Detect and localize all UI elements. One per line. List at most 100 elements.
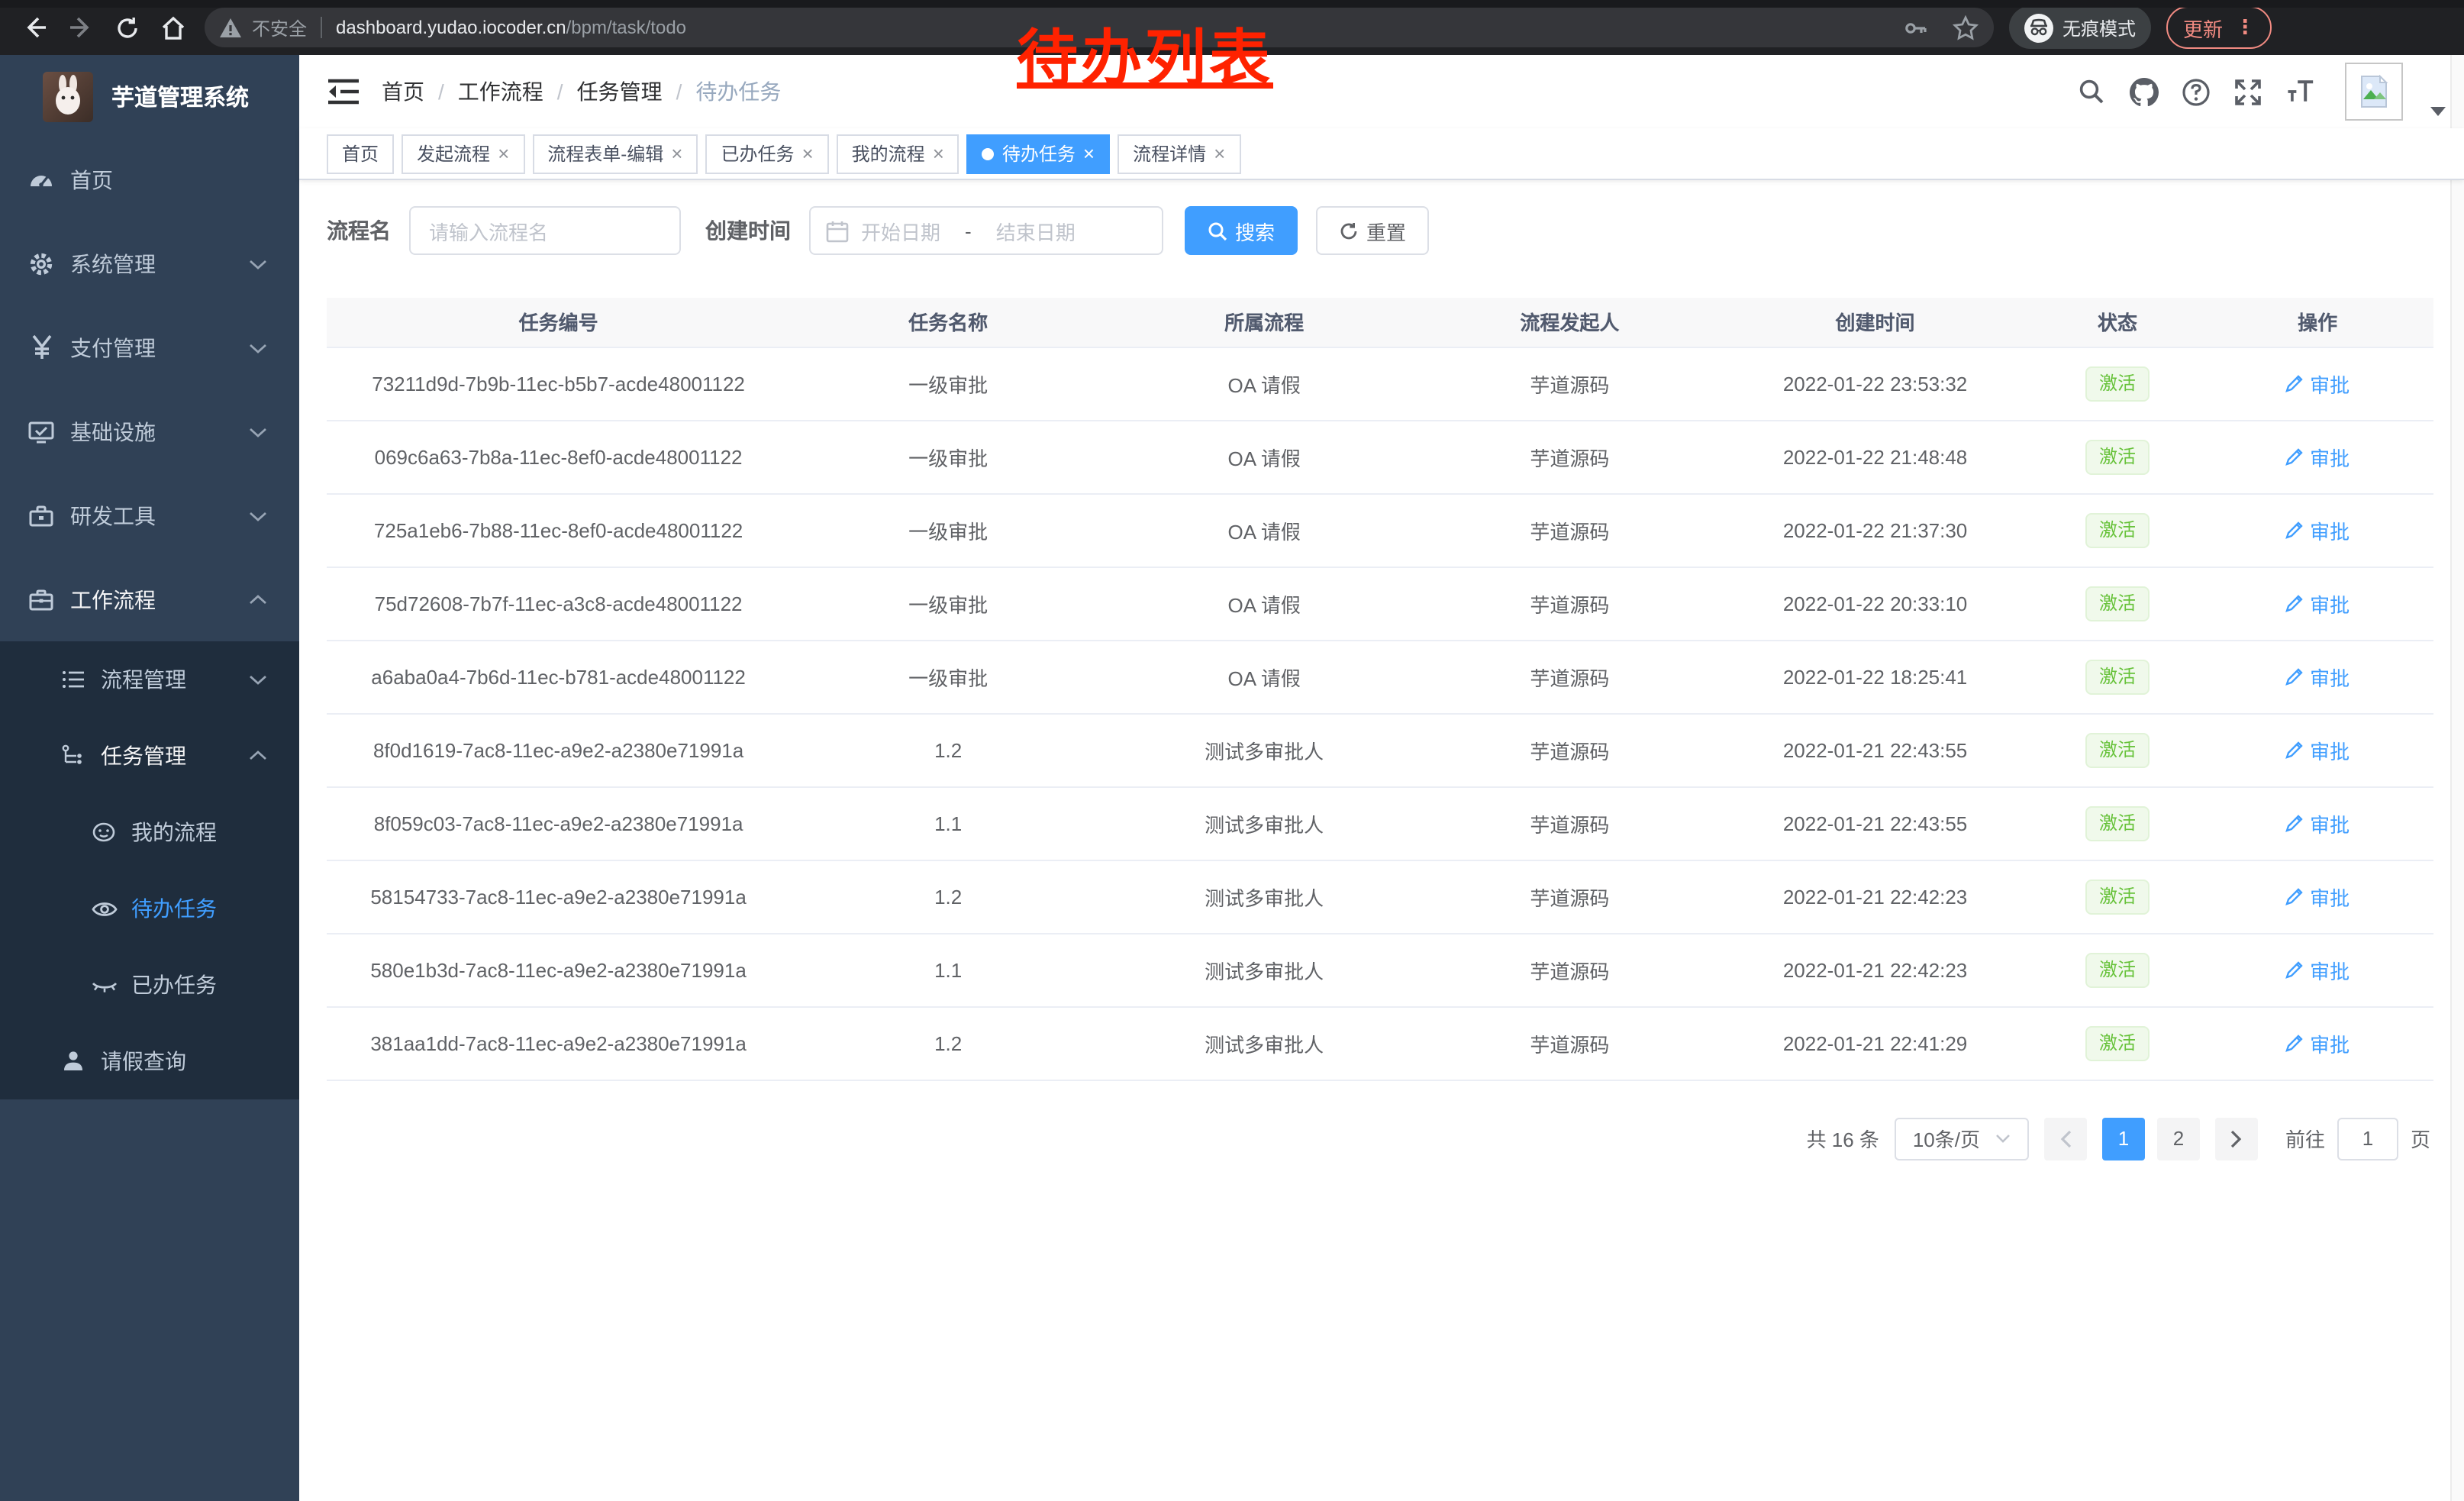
table-row[interactable]: 381aa1dd-7ac8-11ec-a9e2-a2380e71991a 1.2… [327, 1006, 2433, 1080]
cell-starter: 芋道源码 [1422, 347, 1717, 420]
sidebar-collapse-icon[interactable] [327, 75, 360, 108]
approve-link[interactable]: 审批 [2285, 369, 2350, 398]
tag-view-item[interactable]: 流程详情× [1118, 134, 1240, 173]
approve-link[interactable]: 审批 [2285, 442, 2350, 471]
avatar-dropdown-caret-icon[interactable] [2430, 106, 2446, 117]
reset-button[interactable]: 重置 [1316, 206, 1429, 255]
process-name-input[interactable]: 请输入流程名 [409, 206, 681, 255]
fullscreen-icon[interactable] [2232, 76, 2262, 107]
close-icon[interactable]: × [671, 144, 682, 163]
cell-process: OA 请假 [1106, 567, 1422, 640]
sidebar-item-bpm[interactable]: 工作流程 [0, 557, 299, 641]
close-icon[interactable]: × [801, 144, 813, 163]
browser-update-button[interactable]: 更新 ⋮ [2166, 6, 2272, 49]
github-icon[interactable] [2128, 76, 2159, 107]
start-date-placeholder[interactable]: 开始日期 [861, 216, 940, 245]
end-date-placeholder[interactable]: 结束日期 [996, 216, 1076, 245]
tag-view-item[interactable]: 我的流程× [837, 134, 959, 173]
breadcrumb-item[interactable]: 任务管理 [577, 76, 663, 107]
approve-link[interactable]: 审批 [2285, 882, 2350, 911]
security-warning-icon[interactable] [220, 18, 241, 37]
table-row[interactable]: a6aba0a4-7b6d-11ec-b781-acde48001122 一级审… [327, 640, 2433, 713]
approve-link[interactable]: 审批 [2285, 515, 2350, 544]
sidebar-item-home[interactable]: 首页 [0, 137, 299, 221]
status-badge: 激活 [2085, 1025, 2150, 1060]
security-label[interactable]: 不安全 [252, 15, 307, 40]
back-icon[interactable] [12, 6, 58, 49]
approve-link[interactable]: 审批 [2285, 1028, 2350, 1057]
approve-link[interactable]: 审批 [2285, 589, 2350, 618]
url-path: /bpm/task/todo [566, 17, 686, 38]
forward-icon[interactable] [58, 6, 104, 49]
page-scrollbar[interactable] [2450, 55, 2464, 1501]
close-icon[interactable]: × [1083, 144, 1095, 163]
sidebar-logo-row[interactable]: 芋道管理系统 [0, 55, 299, 137]
task-table: 任务编号任务名称所属流程流程发起人创建时间状态操作 73211d9d-7b9b-… [327, 298, 2433, 1080]
cell-task-name: 1.1 [790, 933, 1106, 1006]
table-row[interactable]: 580e1b3d-7ac8-11ec-a9e2-a2380e71991a 1.1… [327, 933, 2433, 1006]
tag-view-item[interactable]: 首页 [327, 134, 394, 173]
sidebar-item-todo-task[interactable]: 待办任务 [0, 870, 299, 947]
sidebar-item-my-process[interactable]: 我的流程 [0, 794, 299, 870]
goto-page-input[interactable] [2337, 1117, 2398, 1160]
sidebar-item-pay[interactable]: 支付管理 [0, 305, 299, 389]
reload-icon[interactable] [104, 6, 150, 49]
table-row[interactable]: 069c6a63-7b8a-11ec-8ef0-acde48001122 一级审… [327, 420, 2433, 493]
sidebar-item-infra[interactable]: 基础设施 [0, 389, 299, 473]
update-label[interactable]: 更新 [2183, 13, 2223, 42]
approve-link[interactable]: 审批 [2285, 955, 2350, 984]
next-page-button[interactable] [2215, 1117, 2258, 1160]
date-range-picker[interactable]: 开始日期 - 结束日期 [809, 206, 1163, 255]
table-row[interactable]: 8f0d1619-7ac8-11ec-a9e2-a2380e71991a 1.2… [327, 713, 2433, 786]
cell-task-name: 一级审批 [790, 567, 1106, 640]
tag-label: 首页 [342, 140, 379, 166]
cell-task-id: 580e1b3d-7ac8-11ec-a9e2-a2380e71991a [327, 933, 790, 1006]
tag-view-active[interactable]: 待办任务× [967, 134, 1110, 173]
avatar[interactable] [2345, 63, 2403, 121]
calendar-icon [826, 219, 849, 242]
table-row[interactable]: 725a1eb6-7b88-11ec-8ef0-acde48001122 一级审… [327, 493, 2433, 567]
bookmark-star-icon[interactable] [1953, 15, 1979, 40]
close-icon[interactable]: × [933, 144, 944, 163]
search-icon[interactable] [2076, 76, 2107, 107]
breadcrumb-item[interactable]: 首页 [382, 76, 424, 107]
approve-link[interactable]: 审批 [2285, 662, 2350, 691]
chevron-up-icon [249, 593, 267, 605]
page-size-select[interactable]: 10条/页 [1895, 1117, 2029, 1160]
table-row[interactable]: 58154733-7ac8-11ec-a9e2-a2380e71991a 1.2… [327, 860, 2433, 933]
cell-process: 测试多审批人 [1106, 1006, 1422, 1080]
table-row[interactable]: 73211d9d-7b9b-11ec-b5b7-acde48001122 一级审… [327, 347, 2433, 420]
prev-page-button[interactable] [2044, 1117, 2087, 1160]
browser-menu-icon[interactable]: ⋮ [2235, 15, 2255, 40]
tag-view-item[interactable]: 流程表单-编辑× [532, 134, 698, 173]
table-row[interactable]: 75d72608-7b7f-11ec-a3c8-acde48001122 一级审… [327, 567, 2433, 640]
help-icon[interactable] [2180, 76, 2211, 107]
chevron-down-icon [249, 425, 267, 437]
close-icon[interactable]: × [1214, 144, 1225, 163]
cell-created-time: 2022-01-21 22:43:55 [1717, 786, 2033, 860]
tag-view-item[interactable]: 发起流程× [402, 134, 524, 173]
page-number-1[interactable]: 1 [2102, 1117, 2145, 1160]
sidebar-item-done-task[interactable]: 已办任务 [0, 947, 299, 1023]
status-badge: 激活 [2085, 879, 2150, 914]
flow-icon [58, 744, 89, 768]
cell-created-time: 2022-01-21 22:42:23 [1717, 860, 2033, 933]
approve-link[interactable]: 审批 [2285, 809, 2350, 838]
sidebar-item-tool[interactable]: 研发工具 [0, 473, 299, 557]
close-icon[interactable]: × [498, 144, 509, 163]
font-size-icon[interactable] [2284, 76, 2314, 107]
breadcrumb-item[interactable]: 工作流程 [458, 76, 543, 107]
password-key-icon[interactable] [1902, 15, 1928, 40]
tag-view-item[interactable]: 已办任务× [705, 134, 828, 173]
sidebar-item-process-mgmt[interactable]: 流程管理 [0, 641, 299, 718]
approve-link[interactable]: 审批 [2285, 735, 2350, 764]
sidebar-item-system[interactable]: 系统管理 [0, 221, 299, 305]
search-button[interactable]: 搜索 [1185, 206, 1298, 255]
sidebar-item-leave-query[interactable]: 请假查询 [0, 1023, 299, 1099]
table-row[interactable]: 8f059c03-7ac8-11ec-a9e2-a2380e71991a 1.1… [327, 786, 2433, 860]
home-icon[interactable] [150, 6, 195, 49]
table-header-row: 任务编号任务名称所属流程流程发起人创建时间状态操作 [327, 298, 2433, 347]
chevron-up-icon [249, 750, 267, 762]
sidebar-item-task-mgmt[interactable]: 任务管理 [0, 718, 299, 794]
page-number-2[interactable]: 2 [2157, 1117, 2200, 1160]
